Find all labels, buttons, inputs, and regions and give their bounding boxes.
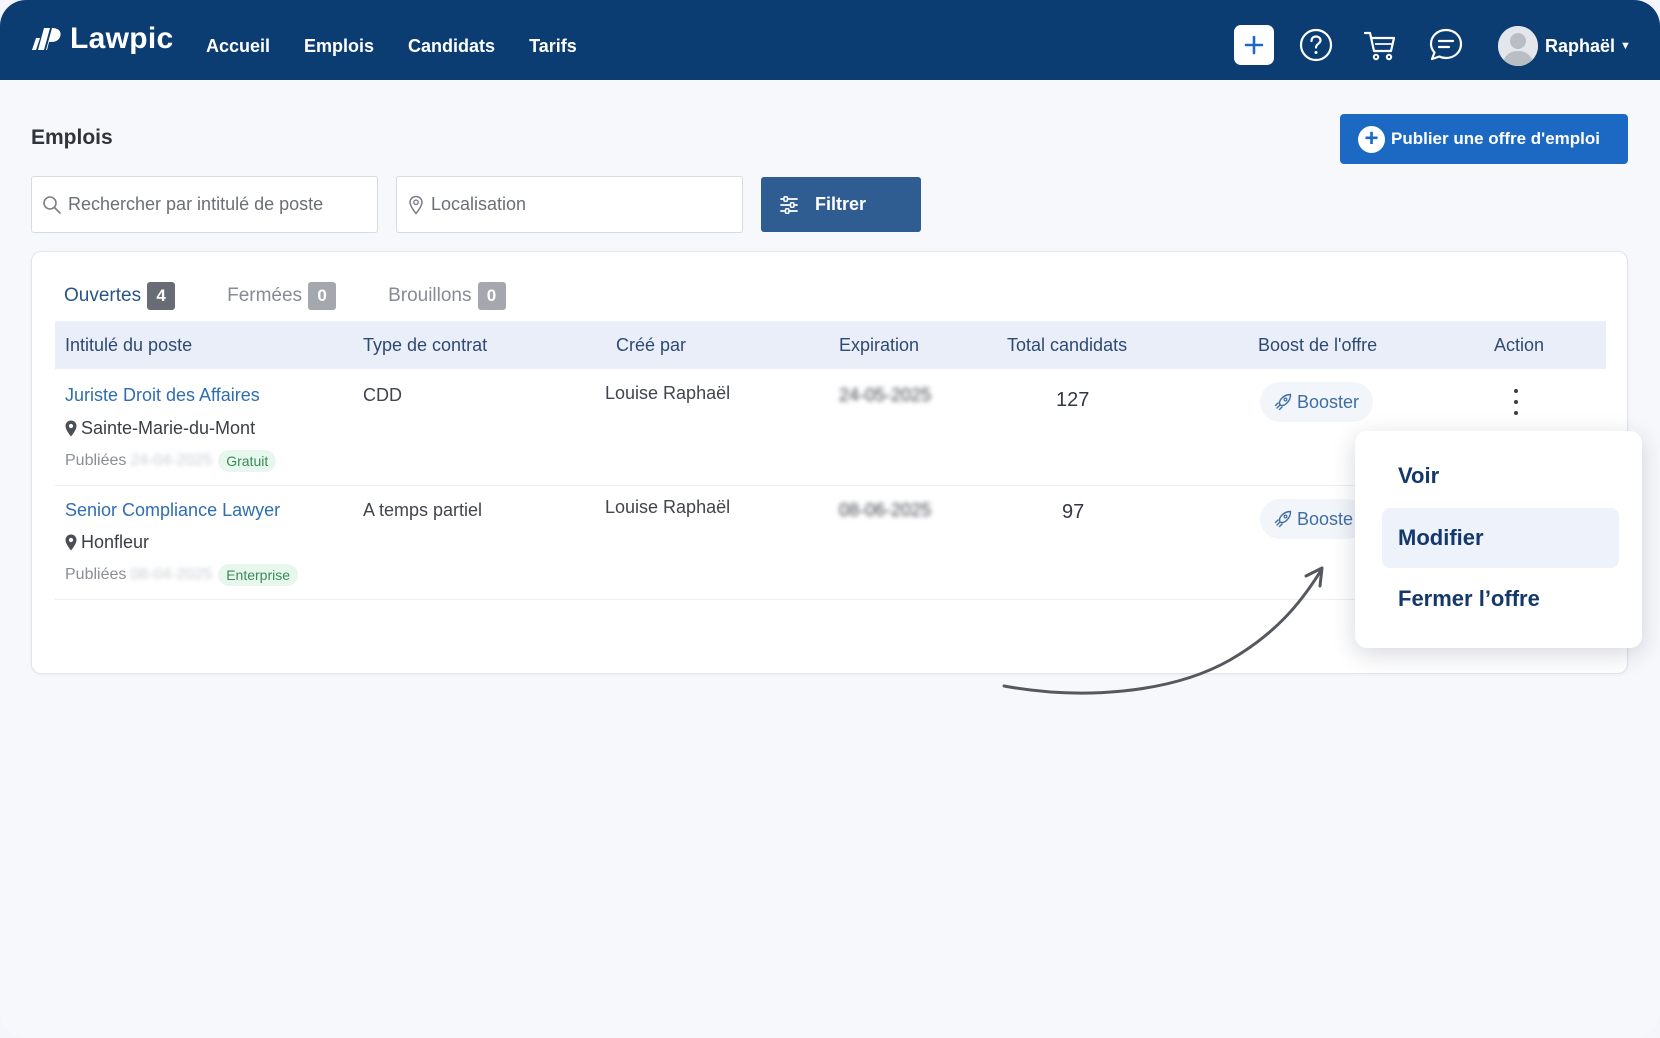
published-date: 24-04-2025 — [130, 452, 213, 469]
location-input[interactable] — [431, 194, 721, 215]
job-location: Honfleur — [65, 532, 149, 553]
plan-badge: Enterprise — [218, 564, 299, 586]
chevron-down-icon: ▼ — [1620, 40, 1631, 52]
published-date: 08-04-2025 — [130, 566, 213, 583]
column-header: Créé par — [616, 335, 687, 355]
rocket-icon — [1274, 510, 1292, 528]
map-pin-icon — [65, 534, 77, 551]
job-location: Sainte-Marie-du-Mont — [65, 418, 255, 439]
contract-type: A temps partiel — [363, 500, 483, 520]
booster-label: Booste — [1297, 508, 1354, 529]
user-menu[interactable]: Raphaël ▼ — [1498, 26, 1631, 66]
count-badge: 4 — [147, 282, 176, 310]
candidate-count: 97 — [1062, 501, 1085, 523]
menu-item-fermer-offre[interactable]: Fermer l’offre — [1382, 569, 1619, 629]
menu-item-modifier[interactable]: Modifier — [1382, 508, 1619, 568]
contract-type: CDD — [363, 385, 402, 405]
booster-button[interactable]: Booster — [1260, 382, 1374, 422]
map-pin-icon — [65, 420, 77, 437]
tab-ouvertes[interactable]: Ouvertes 4 — [64, 282, 176, 310]
action-menu: Voir Modifier Fermer l’offre — [1355, 431, 1642, 648]
help-icon[interactable] — [1298, 27, 1334, 63]
job-search-field — [31, 176, 378, 233]
plan-badge: Gratuit — [218, 450, 277, 472]
count-badge: 0 — [308, 282, 337, 310]
job-title-link[interactable]: Juriste Droit des Affaires — [65, 385, 260, 406]
job-title-link[interactable]: Senior Compliance Lawyer — [65, 500, 280, 521]
filter-label: Filtrer — [815, 194, 867, 214]
column-header: Expiration — [839, 335, 920, 355]
count-badge: 0 — [477, 282, 506, 310]
avatar — [1498, 26, 1538, 66]
expiration-date: 08-06-2025 — [839, 500, 932, 520]
main-nav: Accueil Emplois Candidats Tarifs — [206, 36, 611, 57]
publish-info: Publiées 08-04-2025 Enterprise — [65, 564, 299, 586]
candidate-count: 127 — [1056, 389, 1090, 411]
status-tabs: Ouvertes 4 Fermées 0 Brouillons 0 — [64, 282, 558, 310]
nav-accueil[interactable]: Accueil — [206, 36, 270, 57]
header-actions: Raphaël ▼ — [1220, 0, 1660, 80]
more-actions-icon[interactable] — [1512, 389, 1520, 415]
published-label: Publiées — [65, 566, 127, 583]
created-by: Louise Raphaël — [605, 383, 731, 403]
location-text: Honfleur — [81, 532, 150, 552]
booster-label: Booster — [1297, 391, 1360, 412]
nav-tarifs[interactable]: Tarifs — [529, 36, 577, 57]
search-icon — [43, 195, 61, 214]
column-header: Action — [1494, 335, 1545, 355]
tab-label: Ouvertes — [64, 285, 142, 306]
booster-button[interactable]: Booste — [1260, 499, 1368, 539]
plus-circle-icon: + — [1358, 125, 1385, 153]
column-header: Intitulé du poste — [65, 335, 193, 355]
tab-fermees[interactable]: Fermées 0 — [227, 282, 337, 310]
publish-job-label: Publier une offre d'emploi — [1391, 129, 1601, 148]
publish-info: Publiées 24-04-2025 Gratuit — [65, 450, 277, 472]
top-navbar: Lawpic Accueil Emplois Candidats Tarifs — [0, 0, 1660, 80]
nav-candidats[interactable]: Candidats — [408, 36, 495, 57]
tab-label: Brouillons — [388, 285, 472, 306]
page-title: Emplois — [31, 126, 113, 149]
location-text: Sainte-Marie-du-Mont — [81, 418, 256, 438]
user-avatar-icon — [1498, 26, 1538, 66]
nav-emplois[interactable]: Emplois — [304, 36, 374, 57]
sliders-icon — [780, 195, 798, 214]
location-field — [396, 176, 743, 233]
created-by: Louise Raphaël — [605, 497, 731, 517]
table-header: Intitulé du poste Type de contrat Créé p… — [55, 321, 1606, 369]
job-search-input[interactable] — [68, 194, 358, 215]
chat-icon[interactable] — [1428, 27, 1464, 63]
rocket-icon — [1274, 393, 1292, 411]
column-header: Boost de l'offre — [1258, 335, 1378, 355]
column-header: Total candidats — [1007, 335, 1128, 355]
map-pin-icon — [409, 195, 423, 215]
create-button[interactable] — [1234, 25, 1274, 65]
brand-name: Lawpic — [70, 22, 174, 55]
column-header: Type de contrat — [363, 335, 488, 355]
cart-icon[interactable] — [1362, 27, 1398, 63]
annotation-arrow-icon — [1002, 566, 1324, 695]
brand-logo[interactable]: Lawpic — [32, 22, 174, 56]
app-frame: Lawpic Accueil Emplois Candidats Tarifs — [0, 0, 1660, 1038]
logo-mark-icon — [32, 28, 61, 50]
tab-label: Fermées — [227, 285, 303, 306]
tab-brouillons[interactable]: Brouillons 0 — [388, 282, 506, 310]
published-label: Publiées — [65, 452, 127, 469]
expiration-date: 24-05-2025 — [839, 385, 932, 405]
plus-icon — [1244, 35, 1264, 55]
filter-button[interactable]: Filtrer — [761, 177, 921, 232]
user-name: Raphaël — [1545, 35, 1616, 56]
publish-job-button[interactable]: + Publier une offre d'emploi — [1340, 114, 1628, 164]
menu-item-voir[interactable]: Voir — [1382, 446, 1619, 506]
